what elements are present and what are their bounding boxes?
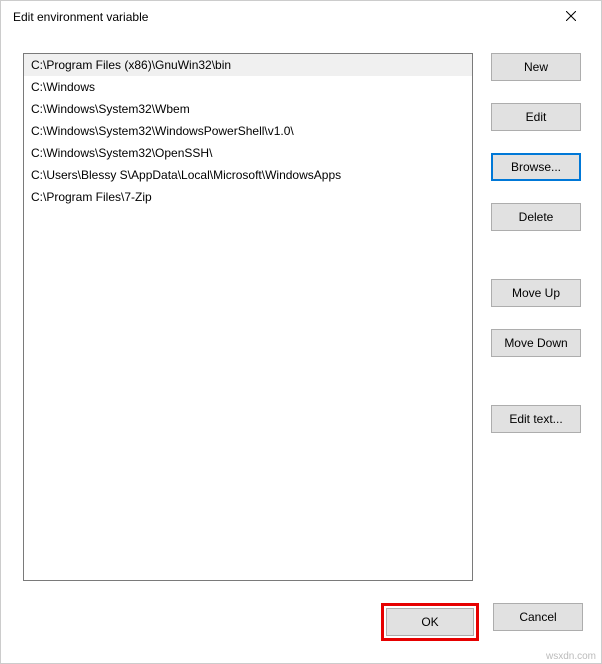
- path-listbox[interactable]: C:\Program Files (x86)\GnuWin32\binC:\Wi…: [23, 53, 473, 581]
- titlebar: Edit environment variable: [1, 1, 601, 33]
- ok-highlight-box: OK: [381, 603, 479, 641]
- side-button-panel: New Edit Browse... Delete Move Up Move D…: [491, 53, 583, 581]
- list-item[interactable]: C:\Users\Blessy S\AppData\Local\Microsof…: [24, 164, 472, 186]
- edit-env-var-dialog: Edit environment variable C:\Program Fil…: [0, 0, 602, 664]
- dialog-content: C:\Program Files (x86)\GnuWin32\binC:\Wi…: [1, 33, 601, 591]
- new-button[interactable]: New: [491, 53, 581, 81]
- list-item[interactable]: C:\Windows\System32\WindowsPowerShell\v1…: [24, 120, 472, 142]
- move-down-button[interactable]: Move Down: [491, 329, 581, 357]
- window-title: Edit environment variable: [13, 10, 148, 24]
- list-item[interactable]: C:\Windows: [24, 76, 472, 98]
- list-item[interactable]: C:\Program Files\7-Zip: [24, 186, 472, 208]
- list-item[interactable]: C:\Windows\System32\OpenSSH\: [24, 142, 472, 164]
- ok-button[interactable]: OK: [386, 608, 474, 636]
- move-up-button[interactable]: Move Up: [491, 279, 581, 307]
- list-item[interactable]: C:\Windows\System32\Wbem: [24, 98, 472, 120]
- edit-button[interactable]: Edit: [491, 103, 581, 131]
- delete-button[interactable]: Delete: [491, 203, 581, 231]
- close-button[interactable]: [551, 3, 591, 31]
- close-icon: [566, 10, 576, 24]
- cancel-button[interactable]: Cancel: [493, 603, 583, 631]
- dialog-footer: OK Cancel: [1, 591, 601, 663]
- edit-text-button[interactable]: Edit text...: [491, 405, 581, 433]
- list-item[interactable]: C:\Program Files (x86)\GnuWin32\bin: [24, 54, 472, 76]
- browse-button[interactable]: Browse...: [491, 153, 581, 181]
